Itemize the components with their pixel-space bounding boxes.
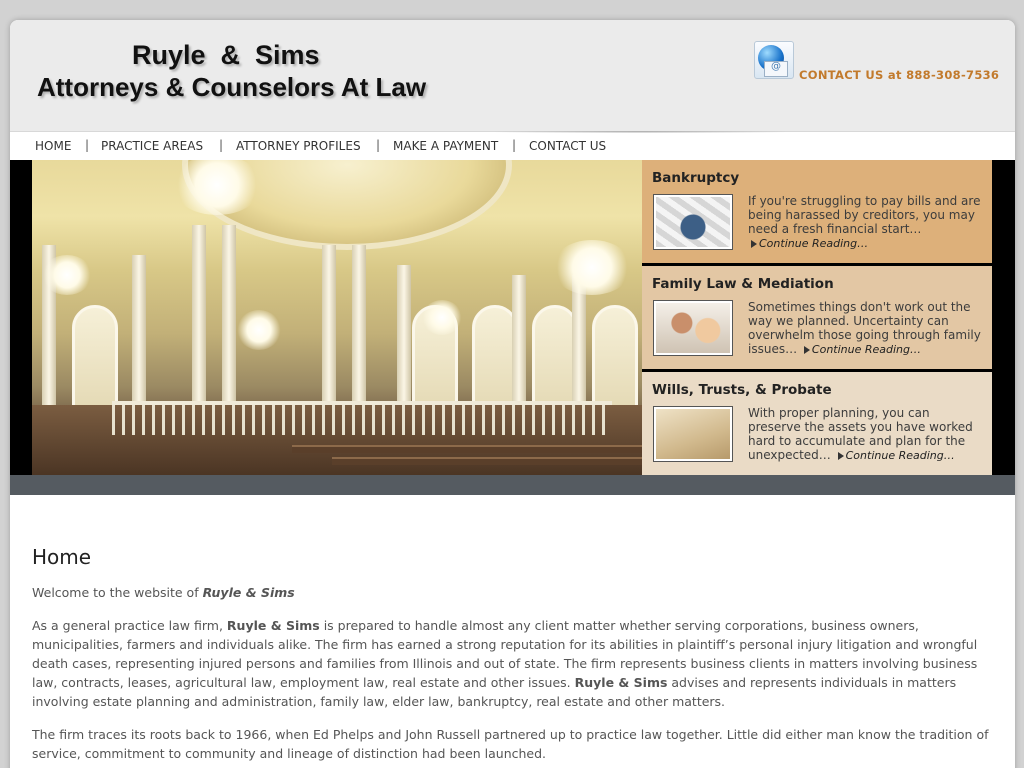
arrow-right-icon [751,240,757,248]
divider-bar [10,475,1015,495]
nav-make-a-payment[interactable]: MAKE A PAYMENT [393,139,498,153]
envelope-icon [764,61,788,77]
firm-name: Ruyle & Sims [202,585,295,600]
hero-railing [112,401,612,435]
continue-reading-label: Continue Reading… [845,449,955,462]
continue-reading-label: Continue Reading… [811,343,922,356]
panel-text: If you're struggling to pay bills and ar… [748,194,981,236]
continue-reading-link[interactable]: Continue Reading… [835,449,955,462]
feature-panel-wills[interactable]: Wills, Trusts, & Probate With proper pla… [642,372,992,475]
continue-reading-link[interactable]: Continue Reading… [748,237,868,250]
firm-name: Ruyle & Sims [226,618,320,633]
continue-reading-link[interactable]: Continue Reading… [801,343,921,356]
firm-name: Ruyle & Sims [574,675,668,690]
arrow-right-icon [803,346,810,354]
welcome-text: Welcome to the website of Ruyle & Sims [32,583,997,602]
nav-separator: | [219,138,224,152]
chandelier [42,255,92,295]
page: Ruyle & Sims Attorneys & Counselors At L… [10,20,1015,768]
hero-arch [592,305,638,415]
bankruptcy-photo[interactable] [654,195,732,249]
nav-separator: | [85,138,90,152]
hero-bench [292,445,642,453]
hero-bench [332,457,642,465]
history-paragraph: The firm traces its roots back to 1966, … [32,727,989,761]
continue-reading-label: Continue Reading… [759,237,869,250]
logo-firm-name: Ruyle & Sims [132,40,320,70]
nav-home[interactable]: HOME [35,139,71,153]
site-logo[interactable]: Ruyle & Sims Attorneys & Counselors At L… [30,38,460,110]
main-content: Home Welcome to the website of Ruyle & S… [32,545,997,768]
nav-practice-areas[interactable]: PRACTICE AREAS [101,139,203,153]
chandelier [422,300,462,335]
intro-part-a: As a general practice law firm, [32,618,227,633]
last-will-testament-photo[interactable] [654,407,732,461]
panel-description: Sometimes things don't work out the way … [748,300,984,357]
family-photo[interactable] [654,301,732,355]
arrow-right-icon [837,452,844,460]
nav-attorney-profiles[interactable]: ATTORNEY PROFILES [236,139,361,153]
panel-title[interactable]: Family Law & Mediation [652,276,834,292]
nav-contact-us[interactable]: CONTACT US [529,139,606,153]
panel-title[interactable]: Bankruptcy [652,170,739,186]
feature-banner: Bankruptcy If you're struggling to pay b… [10,160,1015,495]
chandelier [237,310,281,350]
contact-phone-link[interactable]: CONTACT US at 888-308-7536 [799,68,999,82]
panel-description: With proper planning, you can preserve t… [748,406,984,463]
globe-email-icon[interactable] [754,41,794,79]
chandelier [552,240,632,295]
welcome-prefix: Welcome to the website of [32,585,203,600]
nav-separator: | [512,138,517,152]
nav-separator: | [376,138,381,152]
feature-panel-family-law[interactable]: Family Law & Mediation Sometimes things … [642,266,992,369]
hero-arch [72,305,118,415]
page-title: Home [32,545,92,569]
panel-description: If you're struggling to pay bills and ar… [748,194,984,251]
logo-tagline: Attorneys & Counselors At Law [37,72,427,102]
main-nav: HOME | PRACTICE AREAS | ATTORNEY PROFILE… [10,133,1015,160]
site-header: Ruyle & Sims Attorneys & Counselors At L… [10,20,1015,132]
courtroom-hero-image [32,160,642,475]
intro-paragraph: As a general practice law firm, Ruyle & … [32,616,997,711]
feature-panel-bankruptcy[interactable]: Bankruptcy If you're struggling to pay b… [642,160,992,263]
panel-title[interactable]: Wills, Trusts, & Probate [652,382,832,398]
